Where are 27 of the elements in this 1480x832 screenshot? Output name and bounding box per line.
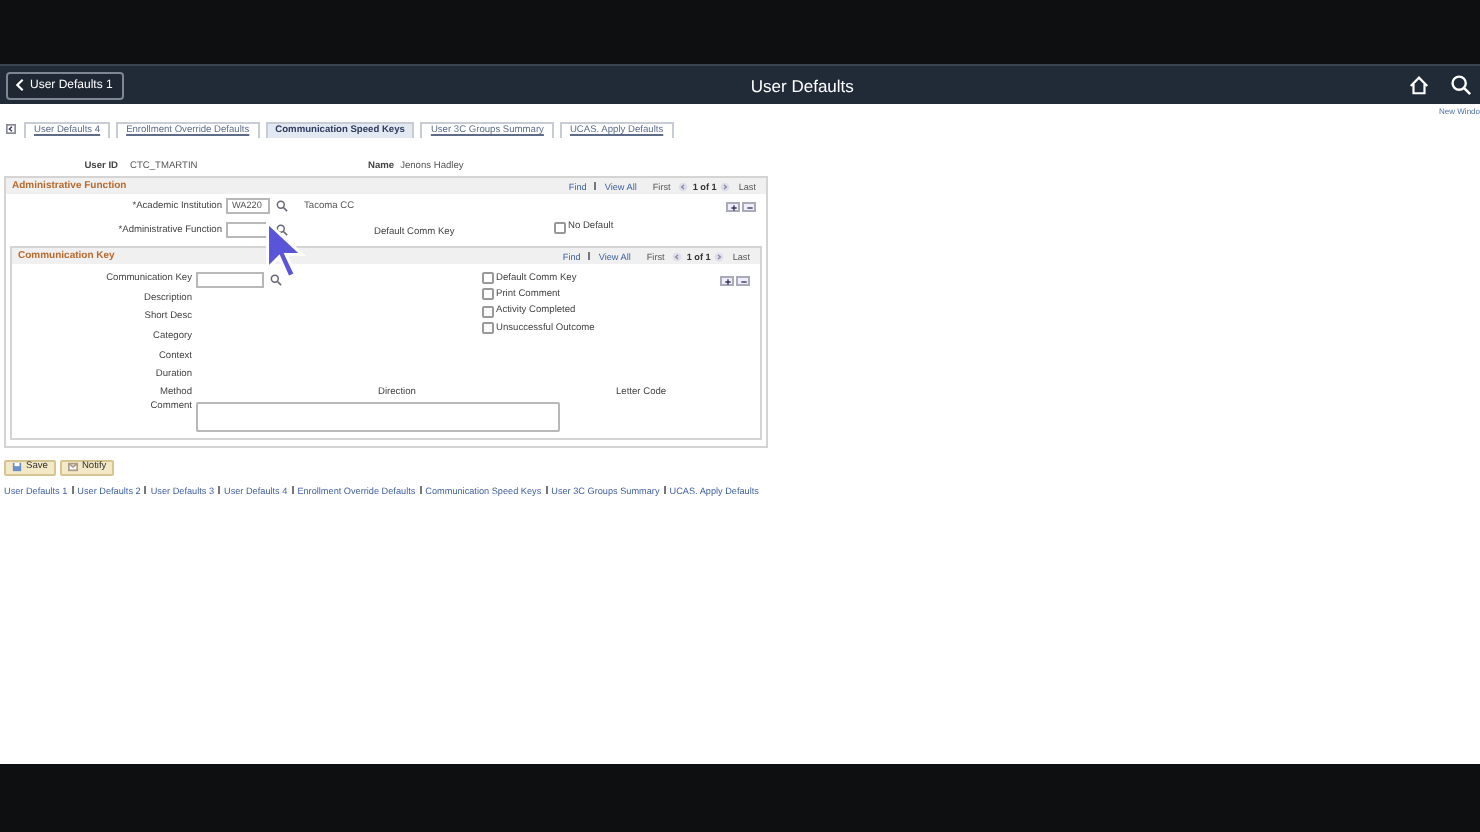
envelope-icon bbox=[67, 462, 78, 473]
page-title: User Defaults bbox=[748, 75, 856, 95]
next-icon[interactable] bbox=[714, 251, 725, 261]
add-row-button[interactable] bbox=[726, 202, 740, 212]
disk-icon bbox=[12, 462, 22, 473]
minus-icon bbox=[745, 203, 753, 211]
tab-scroll-icon[interactable] bbox=[6, 124, 16, 134]
home-icon[interactable] bbox=[1408, 74, 1430, 96]
communication-key-field[interactable] bbox=[196, 271, 264, 288]
previous-icon[interactable] bbox=[678, 181, 689, 191]
checkbox[interactable] bbox=[482, 305, 494, 318]
minus-icon bbox=[739, 277, 747, 285]
search-icon[interactable] bbox=[1450, 74, 1472, 96]
chevron-icon bbox=[16, 78, 24, 92]
next-icon[interactable] bbox=[720, 181, 731, 191]
add-row-button[interactable] bbox=[720, 276, 734, 286]
checkbox[interactable] bbox=[482, 288, 494, 301]
mouse-pointer-icon bbox=[262, 220, 310, 280]
delete-row-button[interactable] bbox=[736, 276, 750, 286]
delete-row-button[interactable] bbox=[742, 202, 756, 212]
checkbox[interactable] bbox=[554, 221, 566, 234]
plus-icon bbox=[723, 277, 731, 285]
plus-icon bbox=[729, 203, 737, 211]
checkbox[interactable] bbox=[482, 272, 494, 285]
previous-icon[interactable] bbox=[672, 251, 683, 261]
checkbox[interactable] bbox=[482, 322, 494, 335]
comment-field[interactable] bbox=[196, 401, 560, 432]
